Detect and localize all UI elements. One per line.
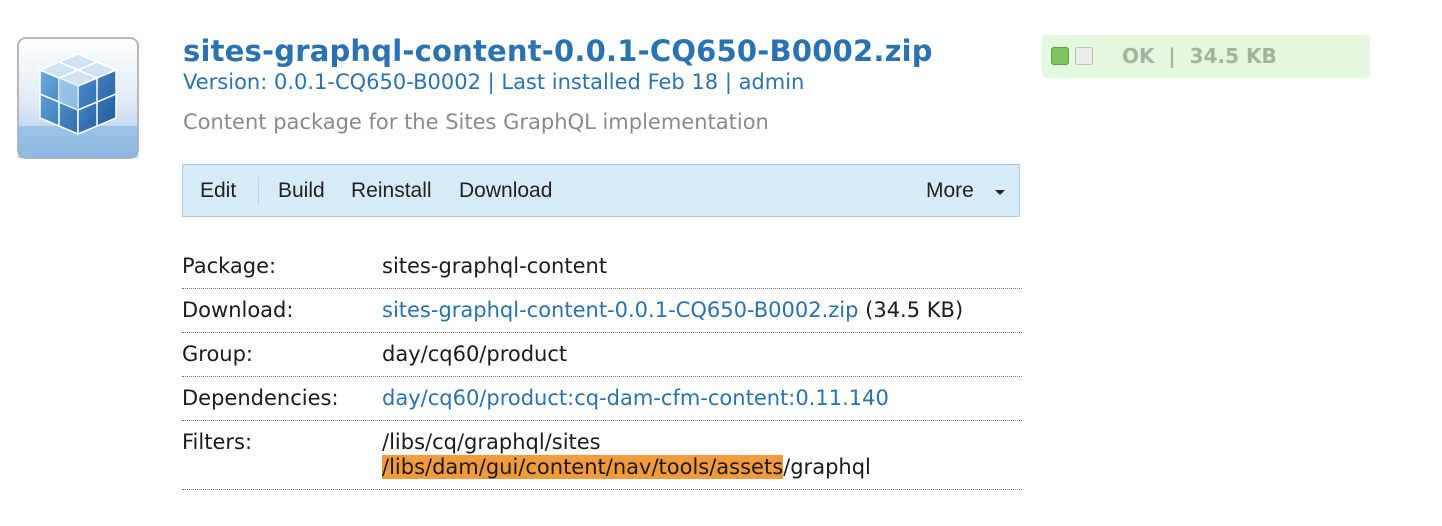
package-value: sites-graphql-content [382, 254, 608, 278]
filter-item-rest: /graphql [783, 455, 871, 479]
package-toolbar: Edit Build Reinstall Download More [182, 164, 1020, 217]
dependency-link[interactable]: day/cq60/product:cq-dam-cfm-content:0.11… [382, 386, 889, 410]
package-version-info: Version: 0.0.1-CQ650-B0002 | Last instal… [183, 70, 805, 94]
download-size: (34.5 KB) [858, 298, 964, 322]
download-button[interactable]: Download [459, 179, 552, 203]
detail-row-group: Group: day/cq60/product [182, 333, 1022, 377]
dependencies-label: Dependencies: [182, 386, 339, 410]
detail-row-package: Package: sites-graphql-content [182, 245, 1022, 289]
package-title[interactable]: sites-graphql-content-0.0.1-CQ650-B0002.… [183, 34, 933, 68]
package-label: Package: [182, 254, 277, 278]
filter-item: /libs/dam/gui/content/nav/tools/assets/g… [382, 455, 871, 479]
status-ok-indicator-icon [1051, 47, 1069, 65]
filter-item: /libs/cq/graphql/sites [382, 430, 601, 454]
toolbar-divider [258, 177, 259, 205]
download-label: Download: [182, 298, 294, 322]
chevron-down-icon[interactable] [995, 190, 1005, 195]
detail-row-filters: Filters: /libs/cq/graphql/sites /libs/da… [182, 421, 1022, 490]
group-value: day/cq60/product [382, 342, 568, 366]
download-link[interactable]: sites-graphql-content-0.0.1-CQ650-B0002.… [382, 298, 858, 322]
edit-button[interactable]: Edit [200, 179, 236, 203]
download-value: sites-graphql-content-0.0.1-CQ650-B0002.… [382, 298, 963, 322]
detail-row-download: Download: sites-graphql-content-0.0.1-CQ… [182, 289, 1022, 333]
package-cube-icon [16, 36, 140, 160]
build-button[interactable]: Build [278, 179, 325, 203]
group-label: Group: [182, 342, 254, 366]
status-badge: OK | 34.5 KB [1042, 35, 1370, 78]
filters-label: Filters: [182, 430, 253, 454]
dependency-link-text[interactable]: day/cq60/product:cq-dam-cfm-content:0.11… [382, 386, 889, 410]
more-button[interactable]: More [926, 179, 974, 203]
status-text: OK | 34.5 KB [1122, 44, 1277, 68]
detail-row-dependencies: Dependencies: day/cq60/product:cq-dam-cf… [182, 377, 1022, 421]
package-details: Package: sites-graphql-content Download:… [182, 245, 1022, 490]
reinstall-button[interactable]: Reinstall [351, 179, 432, 203]
package-description: Content package for the Sites GraphQL im… [183, 110, 769, 134]
status-idle-indicator-icon [1075, 47, 1093, 65]
filter-search-highlight: /libs/dam/gui/content/nav/tools/assets [382, 455, 784, 479]
